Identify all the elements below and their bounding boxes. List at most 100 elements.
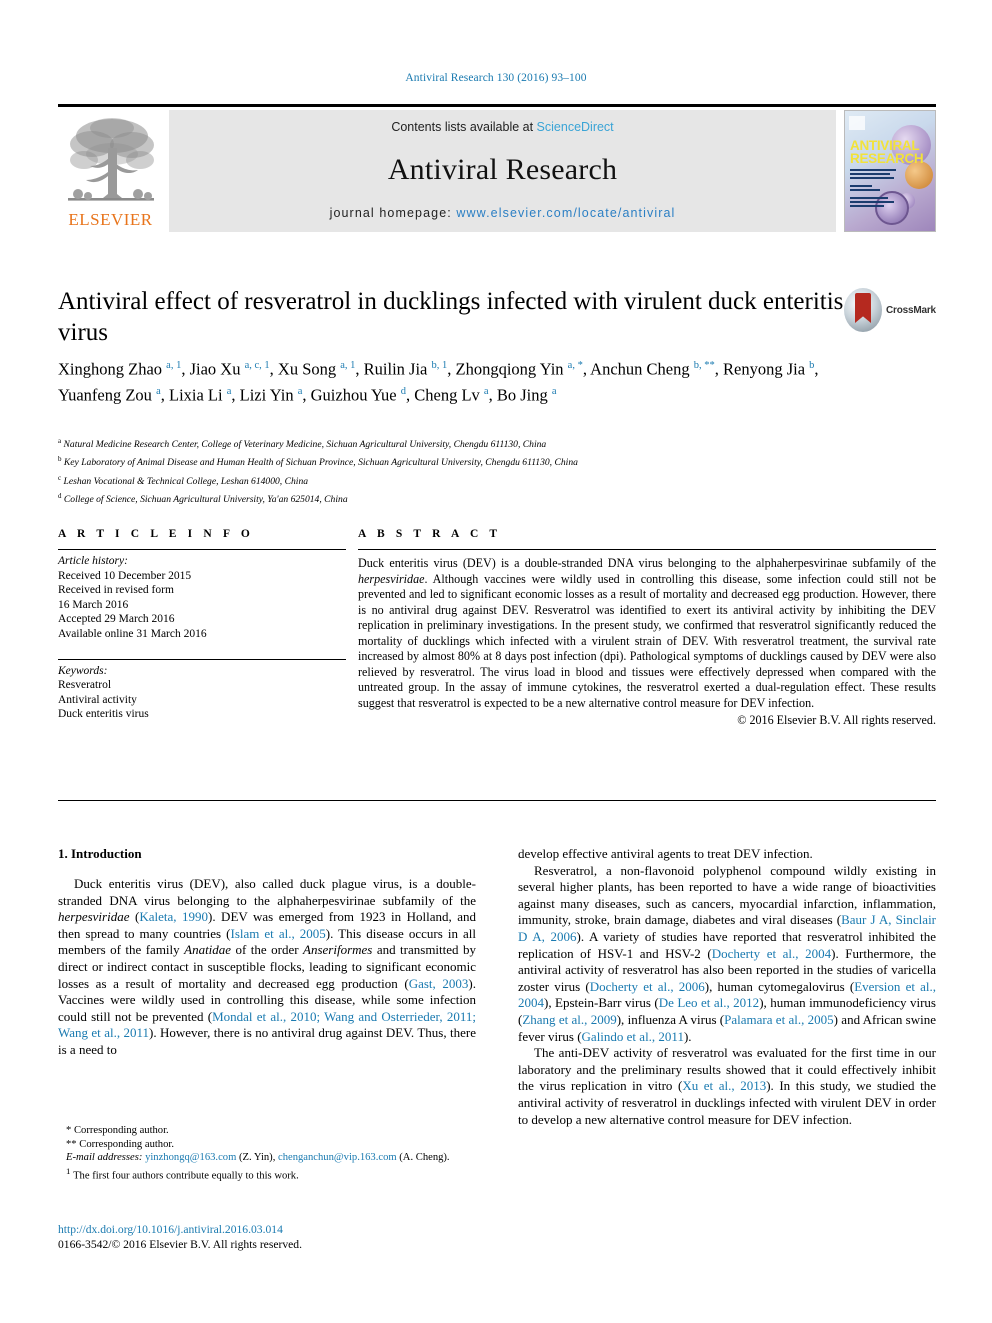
elsevier-tree-icon bbox=[68, 118, 154, 201]
citation-link[interactable]: Xu et al., 2013 bbox=[682, 1078, 766, 1093]
text-run: (A. Cheng). bbox=[396, 1152, 450, 1164]
affiliation-item: b Key Laboratory of Animal Disease and H… bbox=[58, 452, 936, 470]
footnote-emails: E-mail addresses: yinzhongq@163.com (Z. … bbox=[58, 1151, 476, 1165]
italic-term: Anatidae bbox=[184, 942, 232, 958]
abstract-part: . Although vaccines were wildly used in … bbox=[358, 571, 936, 710]
author-name[interactable]: Renyong Jia bbox=[723, 360, 809, 379]
journal-homepage-line: journal homepage: www.elsevier.com/locat… bbox=[330, 206, 676, 220]
author-name[interactable]: Xu Song bbox=[278, 360, 340, 379]
citation-link[interactable]: Docherty et al., 2004 bbox=[712, 946, 831, 961]
journal-homepage-link[interactable]: www.elsevier.com/locate/antiviral bbox=[456, 206, 675, 220]
author-name[interactable]: Yuanfeng Zou bbox=[58, 386, 156, 405]
text-run: ), Epstein-Barr virus ( bbox=[544, 995, 659, 1011]
journal-masthead: ELSEVIER Contents lists available at Sci… bbox=[58, 104, 936, 232]
italic-term: Anseriformes bbox=[303, 942, 373, 958]
text-run: ), human cytomegalovirus ( bbox=[704, 978, 855, 994]
article-history-label: Article history: bbox=[58, 555, 128, 567]
text-run: of the order bbox=[231, 942, 304, 958]
citation-link[interactable]: De Leo et al., 2012 bbox=[659, 995, 759, 1010]
author-name[interactable]: Lixia Li bbox=[169, 386, 227, 405]
author-separator: , bbox=[231, 385, 240, 405]
contents-available-line: Contents lists available at ScienceDirec… bbox=[391, 120, 613, 134]
keyword-item: Duck enteritis virus bbox=[58, 708, 149, 721]
author-name[interactable]: Cheng Lv bbox=[414, 386, 484, 405]
author-name[interactable]: Bo Jing bbox=[497, 386, 552, 405]
cover-elsevier-mark bbox=[849, 116, 865, 130]
history-item: Available online 31 March 2016 bbox=[58, 627, 207, 640]
footnote-text: The first four authors contribute equall… bbox=[73, 1170, 299, 1182]
affiliation-list: a Natural Medicine Research Center, Coll… bbox=[58, 434, 936, 508]
author-separator: , bbox=[355, 359, 364, 379]
body-columns: 1. Introduction Duck enteritis virus (DE… bbox=[58, 846, 936, 1128]
author-name[interactable]: Guizhou Yue bbox=[311, 386, 401, 405]
author-name[interactable]: Jiao Xu bbox=[190, 360, 245, 379]
section-divider bbox=[58, 800, 936, 801]
article-info-column: A R T I C L E I N F O Article history: R… bbox=[58, 528, 346, 728]
intro-paragraph-resveratrol: Resveratrol, a non-flavonoid polyphenol … bbox=[518, 863, 936, 1046]
citation-link[interactable]: Kaleta, 1990 bbox=[139, 909, 208, 924]
history-item: Received 10 December 2015 bbox=[58, 569, 192, 582]
footnote-marker: 1 bbox=[66, 1165, 71, 1176]
author-name[interactable]: Anchun Cheng bbox=[590, 360, 694, 379]
citation-link[interactable]: Gast, 2003 bbox=[409, 976, 469, 991]
abstract-part: Duck enteritis virus (DEV) is a double-s… bbox=[358, 556, 936, 570]
author-name[interactable]: Ruilin Jia bbox=[364, 360, 432, 379]
author-separator: , bbox=[714, 359, 723, 379]
text-run: (Z. Yin), bbox=[236, 1152, 279, 1164]
author-affiliation-marker: a, 1 bbox=[340, 360, 356, 371]
author-name[interactable]: Zhongqiong Yin bbox=[456, 360, 568, 379]
affiliation-item: d College of Science, Sichuan Agricultur… bbox=[58, 489, 936, 507]
homepage-prefix: journal homepage: bbox=[329, 206, 457, 220]
cover-subtext bbox=[850, 169, 902, 207]
page-title: Antiviral effect of resveratrol in duckl… bbox=[58, 288, 844, 346]
email-link-yin[interactable]: yinzhongq@163.com bbox=[145, 1152, 236, 1163]
issn-copyright-line: 0166-3542/© 2016 Elsevier B.V. All right… bbox=[58, 1238, 302, 1251]
italic-term: herpesviridae bbox=[58, 909, 130, 925]
affiliation-text: College of Science, Sichuan Agricultural… bbox=[61, 494, 348, 506]
author-affiliation-marker: a bbox=[551, 386, 557, 397]
citation-link[interactable]: Galindo et al., 2011 bbox=[582, 1029, 684, 1044]
author-affiliation-marker: b, 1 bbox=[431, 360, 448, 371]
footnote-text: Corresponding author. bbox=[79, 1138, 174, 1150]
abstract-italic-term: herpesviridae bbox=[358, 571, 425, 586]
citation-link[interactable]: Islam et al., 2005 bbox=[230, 926, 325, 941]
text-run: ( bbox=[129, 909, 140, 925]
text-run: Duck enteritis virus (DEV), also called … bbox=[58, 876, 476, 908]
email-link-cheng[interactable]: chenganchun@vip.163.com bbox=[278, 1152, 397, 1163]
text-run: ), influenza A virus ( bbox=[616, 1011, 725, 1027]
section-heading-introduction: 1. Introduction bbox=[58, 846, 142, 861]
citation-link[interactable]: Zhang et al., 2009 bbox=[522, 1012, 616, 1027]
article-history-block: Article history: Received 10 December 20… bbox=[58, 550, 346, 642]
text-run: ). bbox=[683, 1028, 692, 1044]
history-item: 16 March 2016 bbox=[58, 598, 129, 611]
body-column-right: develop effective antiviral agents to tr… bbox=[518, 846, 936, 1128]
keyword-item: Resveratrol bbox=[58, 679, 112, 692]
intro-paragraph-left: Duck enteritis virus (DEV), also called … bbox=[58, 876, 476, 1059]
doi-link[interactable]: http://dx.doi.org/10.1016/j.antiviral.20… bbox=[58, 1222, 558, 1237]
cover-journal-title: ANTIVIRAL RESEARCH bbox=[850, 139, 924, 166]
author-affiliation-marker: a, * bbox=[567, 360, 583, 371]
author-separator: , bbox=[181, 359, 190, 379]
double-asterisk-icon: ** bbox=[66, 1138, 77, 1150]
intro-paragraph-continued: develop effective antiviral agents to tr… bbox=[518, 846, 936, 863]
cover-title-line2: RESEARCH bbox=[850, 151, 924, 166]
abstract-heading: A B S T R A C T bbox=[358, 528, 502, 540]
footnotes-block: * Corresponding author. ** Corresponding… bbox=[58, 1124, 476, 1183]
elsevier-wordmark: ELSEVIER bbox=[68, 210, 153, 230]
citation-link[interactable]: Palamara et al., 2005 bbox=[724, 1012, 834, 1027]
keywords-block: Keywords: Resveratrol Antiviral activity… bbox=[58, 660, 346, 722]
author-name[interactable]: Lizi Yin bbox=[240, 386, 298, 405]
author-separator: , bbox=[406, 385, 415, 405]
doi-block: http://dx.doi.org/10.1016/j.antiviral.20… bbox=[58, 1222, 558, 1252]
affiliation-text: Leshan Vocational & Technical College, L… bbox=[61, 475, 309, 487]
sciencedirect-link[interactable]: ScienceDirect bbox=[537, 120, 614, 134]
author-list: Xinghong Zhao a, 1, Jiao Xu a, c, 1, Xu … bbox=[58, 355, 848, 407]
author-affiliation-marker: b, ** bbox=[693, 360, 715, 371]
author-name[interactable]: Xinghong Zhao bbox=[58, 360, 166, 379]
journal-cover-thumbnail: ANTIVIRAL RESEARCH bbox=[844, 110, 936, 232]
affiliation-text: Key Laboratory of Animal Disease and Hum… bbox=[61, 457, 578, 469]
author-separator: , bbox=[302, 385, 311, 405]
citation-link[interactable]: Docherty et al., 2006 bbox=[590, 979, 705, 994]
crossmark-badge[interactable]: CrossMark bbox=[844, 286, 936, 334]
